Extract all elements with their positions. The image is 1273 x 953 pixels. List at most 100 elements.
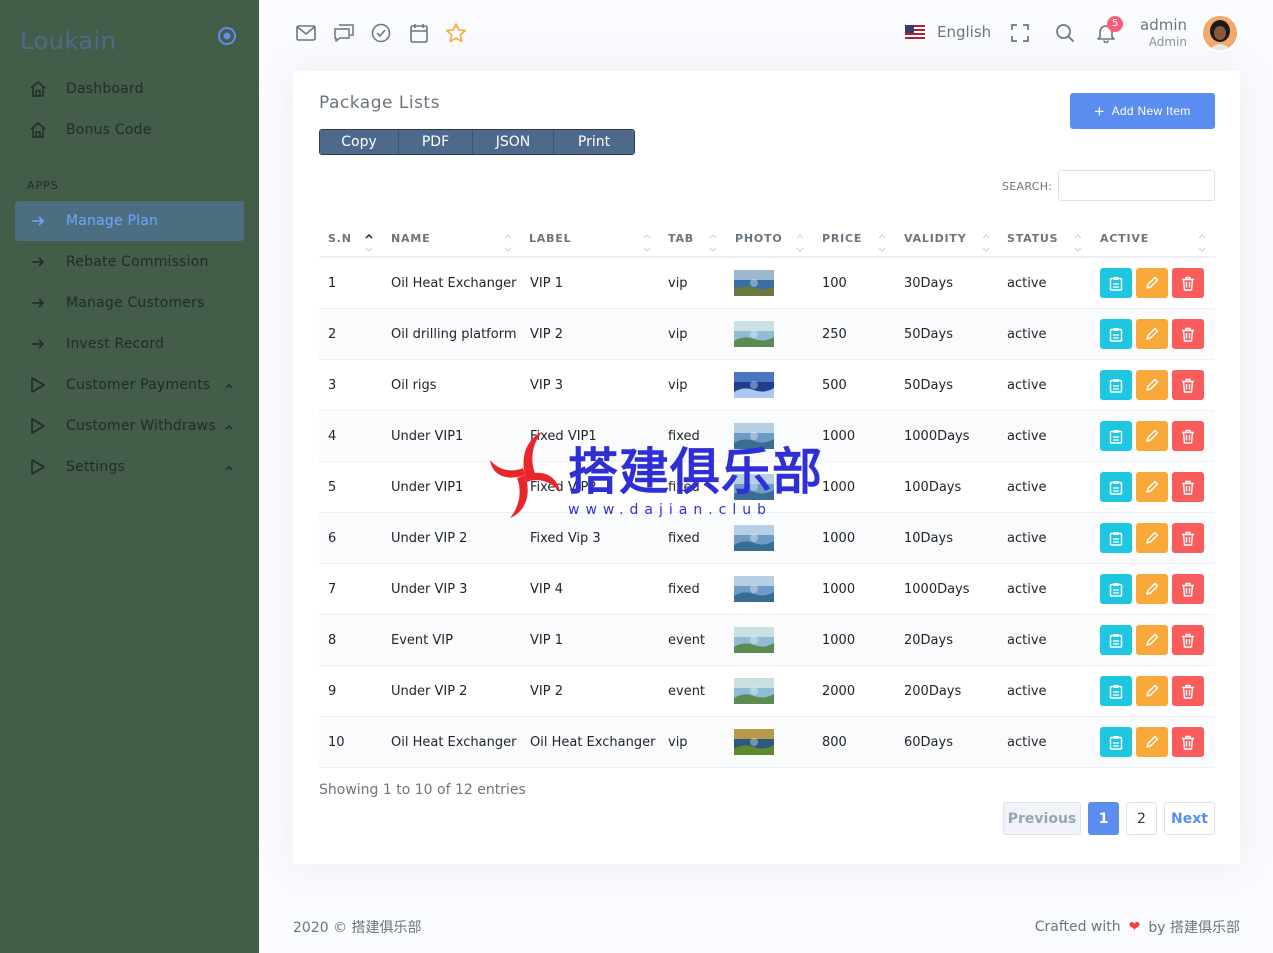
column-header-status[interactable]: STATUS: [1007, 232, 1058, 245]
delete-button[interactable]: [1172, 727, 1204, 757]
column-header-active[interactable]: ACTIVE: [1100, 232, 1149, 245]
view-button[interactable]: [1100, 370, 1132, 400]
page-1-button[interactable]: 1: [1088, 802, 1119, 835]
package-photo[interactable]: [734, 525, 774, 551]
delete-button[interactable]: [1172, 472, 1204, 502]
mail-icon[interactable]: [295, 22, 317, 44]
edit-button[interactable]: [1136, 421, 1168, 451]
view-button[interactable]: [1100, 319, 1132, 349]
json-button[interactable]: JSON: [473, 130, 554, 154]
fullscreen-icon[interactable]: [1009, 22, 1031, 44]
delete-button[interactable]: [1172, 319, 1204, 349]
clipboard-icon: [1109, 276, 1123, 291]
sidebar-item-customer-withdraws[interactable]: Customer Withdraws: [15, 406, 244, 446]
brand-logo[interactable]: Loukain: [20, 27, 116, 55]
edit-button[interactable]: [1136, 319, 1168, 349]
avatar[interactable]: [1203, 16, 1237, 50]
sidebar-item-dashboard[interactable]: Dashboard: [15, 69, 244, 109]
package-photo[interactable]: [734, 729, 774, 755]
view-button[interactable]: [1100, 574, 1132, 604]
sidebar-item-settings[interactable]: Settings: [15, 447, 244, 487]
cell-validity: 20Days: [904, 633, 953, 648]
sort-icon[interactable]: [796, 232, 804, 254]
chat-icon[interactable]: [333, 22, 355, 44]
edit-button[interactable]: [1136, 268, 1168, 298]
view-button[interactable]: [1100, 421, 1132, 451]
package-photo[interactable]: [734, 627, 774, 653]
edit-button[interactable]: [1136, 370, 1168, 400]
package-photo[interactable]: [734, 474, 774, 500]
delete-button[interactable]: [1172, 268, 1204, 298]
sidebar-item-rebate-commission[interactable]: Rebate Commission: [15, 242, 244, 282]
sidebar-item-manage-plan[interactable]: Manage Plan: [15, 201, 244, 241]
view-button[interactable]: [1100, 523, 1132, 553]
package-photo[interactable]: [734, 423, 774, 449]
column-header-price[interactable]: PRICE: [822, 232, 862, 245]
package-photo[interactable]: [734, 321, 774, 347]
sidebar-item-invest-record[interactable]: Invest Record: [15, 324, 244, 364]
cell-name: Under VIP1: [391, 429, 464, 444]
previous-page-button[interactable]: Previous: [1003, 802, 1081, 835]
edit-button[interactable]: [1136, 574, 1168, 604]
user-menu[interactable]: admin Admin: [1140, 16, 1187, 49]
sort-icon[interactable]: [878, 232, 886, 254]
edit-button[interactable]: [1136, 676, 1168, 706]
column-header-sn[interactable]: S.N: [328, 232, 352, 245]
column-header-label[interactable]: LABEL: [529, 232, 571, 245]
column-header-photo[interactable]: PHOTO: [735, 232, 782, 245]
package-photo[interactable]: [734, 678, 774, 704]
view-button[interactable]: [1100, 472, 1132, 502]
page-2-button[interactable]: 2: [1126, 802, 1157, 835]
sort-icon[interactable]: [643, 232, 651, 254]
clipboard-icon: [1109, 684, 1123, 699]
delete-button[interactable]: [1172, 676, 1204, 706]
check-circle-icon[interactable]: [370, 22, 392, 44]
view-button[interactable]: [1100, 268, 1132, 298]
view-button[interactable]: [1100, 676, 1132, 706]
cell-label: Fixed Vip 3: [530, 531, 601, 546]
view-button[interactable]: [1100, 625, 1132, 655]
delete-button[interactable]: [1172, 421, 1204, 451]
search-icon[interactable]: [1054, 22, 1076, 44]
sort-icon[interactable]: [1198, 232, 1206, 254]
sidebar-item-manage-customers[interactable]: Manage Customers: [15, 283, 244, 323]
print-button[interactable]: Print: [554, 130, 634, 154]
cell-sn: 3: [328, 378, 337, 393]
add-new-item-button[interactable]: + Add New Item: [1070, 93, 1215, 129]
edit-button[interactable]: [1136, 727, 1168, 757]
delete-button[interactable]: [1172, 574, 1204, 604]
view-button[interactable]: [1100, 727, 1132, 757]
package-photo[interactable]: [734, 372, 774, 398]
sidebar-item-customer-payments[interactable]: Customer Payments: [15, 365, 244, 405]
copy-button[interactable]: Copy: [320, 130, 399, 154]
next-page-button[interactable]: Next: [1164, 802, 1215, 835]
edit-button[interactable]: [1136, 472, 1168, 502]
sort-icon[interactable]: [709, 232, 717, 254]
delete-button[interactable]: [1172, 625, 1204, 655]
language-selector[interactable]: English: [905, 23, 991, 41]
edit-button[interactable]: [1136, 523, 1168, 553]
sort-icon[interactable]: [982, 232, 990, 254]
cell-status: active: [1007, 633, 1047, 648]
package-photo[interactable]: [734, 270, 774, 296]
edit-button[interactable]: [1136, 625, 1168, 655]
sort-icon[interactable]: [1074, 232, 1082, 254]
clipboard-icon: [1109, 327, 1123, 342]
search-input[interactable]: [1058, 170, 1215, 201]
pdf-button[interactable]: PDF: [399, 130, 473, 154]
star-icon[interactable]: [445, 22, 467, 44]
sort-icon[interactable]: [365, 232, 373, 254]
sort-icon[interactable]: [504, 232, 512, 254]
column-header-tab[interactable]: TAB: [668, 232, 694, 245]
cell-sn: 10: [328, 735, 345, 750]
column-header-validity[interactable]: VALIDITY: [904, 232, 966, 245]
calendar-icon[interactable]: [408, 22, 430, 44]
delete-button[interactable]: [1172, 523, 1204, 553]
package-photo[interactable]: [734, 576, 774, 602]
sidebar-item-bonus-code[interactable]: Bonus Code: [15, 110, 244, 150]
menu-toggle-icon[interactable]: [217, 26, 237, 46]
column-header-name[interactable]: NAME: [391, 232, 430, 245]
clipboard-icon: [1109, 633, 1123, 648]
delete-button[interactable]: [1172, 370, 1204, 400]
cell-validity: 60Days: [904, 735, 953, 750]
